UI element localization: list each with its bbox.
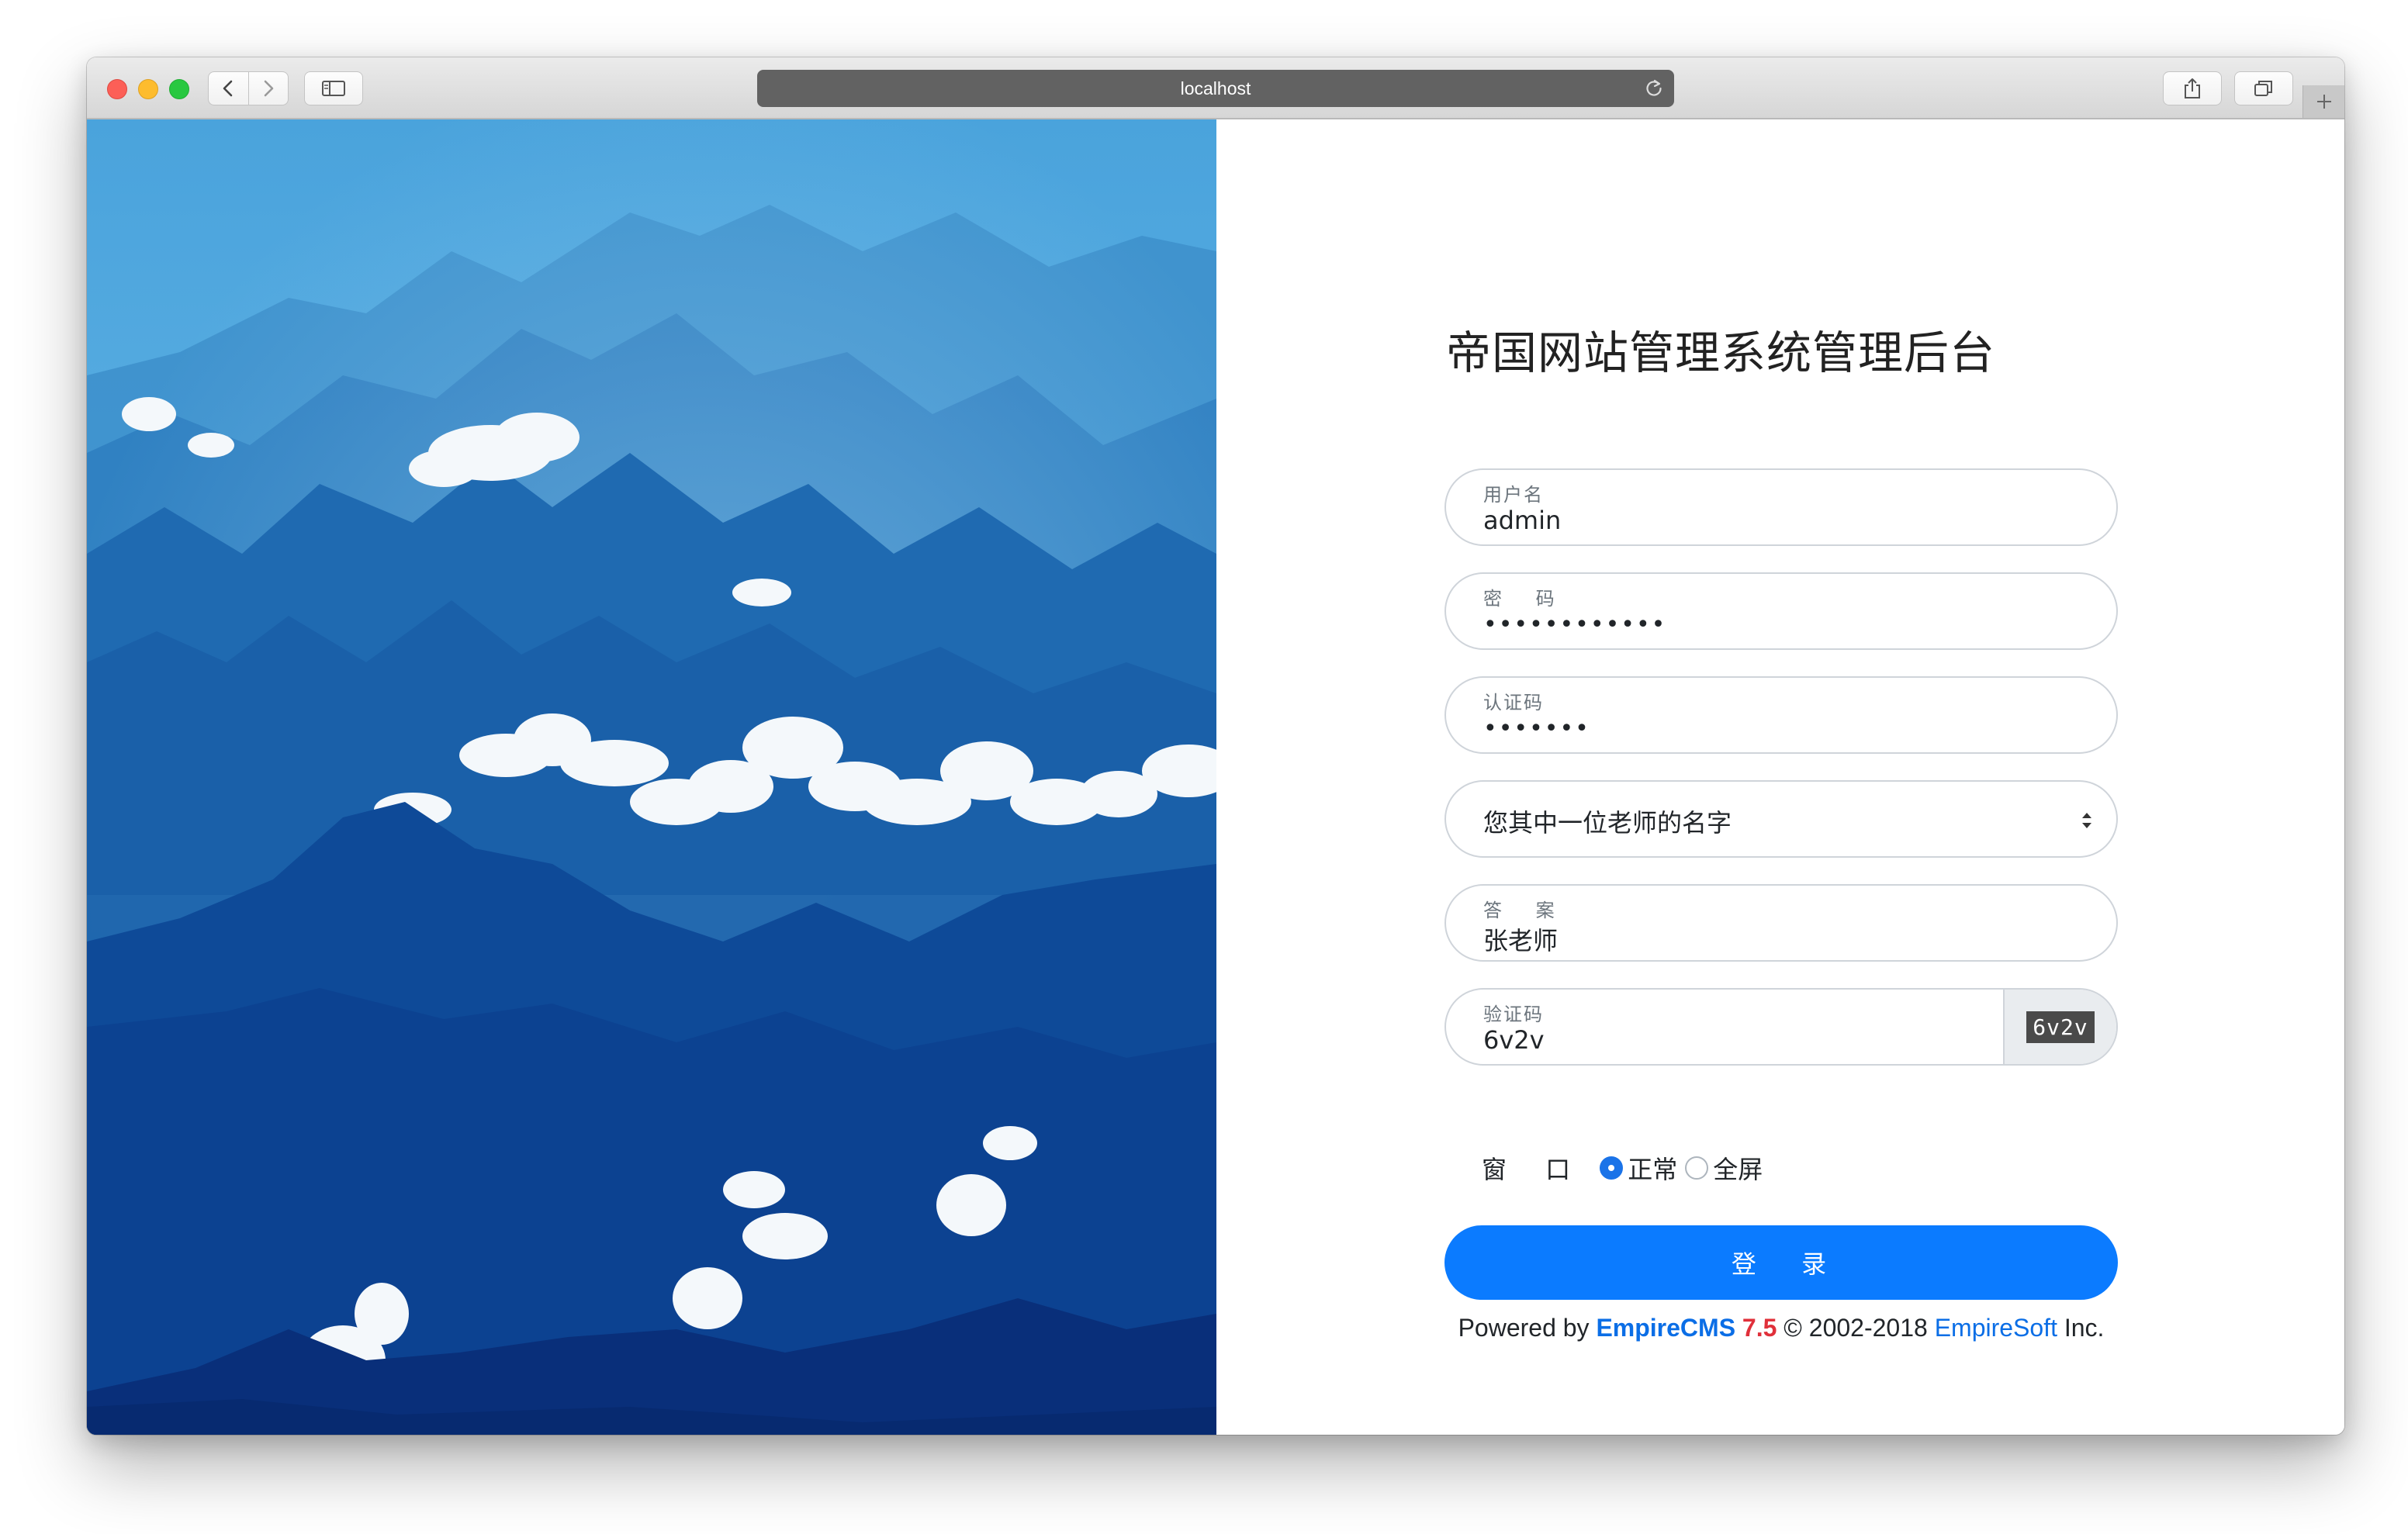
footer-version: 7.5 bbox=[1742, 1314, 1777, 1342]
footer-suffix: Inc. bbox=[2057, 1314, 2105, 1342]
address-bar[interactable]: localhost bbox=[757, 70, 1674, 107]
captcha-image-box[interactable]: 6v2v bbox=[2003, 990, 2116, 1064]
window-normal-radio[interactable] bbox=[1600, 1156, 1624, 1180]
reload-icon[interactable] bbox=[1643, 78, 1665, 99]
minimize-window-button[interactable] bbox=[138, 79, 158, 99]
answer-field[interactable]: 答 案 张老师 bbox=[1444, 884, 2118, 962]
mountain-landscape-image bbox=[87, 119, 1216, 1435]
password-masked-value: •••••••••••• bbox=[1483, 611, 1667, 638]
window-fullscreen-radio[interactable] bbox=[1685, 1156, 1709, 1180]
window-fullscreen-label[interactable]: 全屏 bbox=[1713, 1150, 1763, 1186]
security-question-value: 您其中一位老师的名字 bbox=[1483, 808, 1732, 838]
browser-toolbar: localhost bbox=[87, 57, 2344, 119]
footer-prefix: Powered by bbox=[1458, 1314, 1597, 1342]
back-button[interactable] bbox=[209, 72, 248, 105]
page-content: 帝国网站管理系统管理后台 用户名 admin 密 码 •••••••••••• … bbox=[87, 119, 2344, 1435]
verify-code-field[interactable]: 验证码 6v2v 6v2v bbox=[1444, 988, 2118, 1066]
login-panel: 帝国网站管理系统管理后台 用户名 admin 密 码 •••••••••••• … bbox=[1216, 119, 2344, 1435]
sidebar-icon bbox=[322, 81, 345, 96]
forward-icon bbox=[264, 80, 274, 97]
verify-code-label: 验证码 bbox=[1483, 1004, 1544, 1025]
tabs-icon bbox=[2254, 81, 2272, 96]
auth-code-label: 认证码 bbox=[1483, 692, 1544, 713]
footer-copyright: © 2002-2018 bbox=[1777, 1314, 1935, 1342]
address-text: localhost bbox=[1180, 78, 1251, 98]
nav-buttons bbox=[208, 71, 289, 105]
footer-brand-link[interactable]: EmpireCMS bbox=[1596, 1314, 1735, 1342]
password-label: 密 码 bbox=[1483, 588, 1569, 610]
username-label: 用户名 bbox=[1483, 484, 1544, 506]
back-icon bbox=[223, 80, 233, 97]
sidebar-button[interactable] bbox=[304, 71, 363, 105]
plus-icon bbox=[2317, 95, 2331, 109]
window-mode-row: 窗 口 正常 全屏 bbox=[1482, 1150, 1770, 1186]
username-value: admin bbox=[1483, 506, 1562, 535]
answer-value: 张老师 bbox=[1483, 926, 1559, 955]
new-tab-button[interactable] bbox=[2302, 85, 2344, 118]
footer-credit: Powered by EmpireCMS 7.5 © 2002-2018 Emp… bbox=[1444, 1314, 2118, 1342]
landscape-illustration bbox=[87, 119, 1216, 1435]
select-caret-icon bbox=[2082, 813, 2091, 828]
answer-label: 答 案 bbox=[1483, 900, 1569, 921]
tab-overview-button[interactable] bbox=[2234, 71, 2293, 105]
window-normal-label[interactable]: 正常 bbox=[1628, 1150, 1677, 1186]
verify-code-value: 6v2v bbox=[1483, 1025, 1545, 1055]
footer-company-link[interactable]: EmpireSoft bbox=[1935, 1314, 2057, 1342]
auth-code-masked-value: ••••••• bbox=[1483, 715, 1590, 742]
browser-window: localhost 帝国网站管理系统管理后台 用户名 admin 密 码 •••… bbox=[87, 57, 2344, 1435]
forward-button[interactable] bbox=[247, 72, 289, 105]
page-title: 帝国网站管理系统管理后台 bbox=[1446, 326, 1996, 379]
auth-code-field[interactable]: 认证码 ••••••• bbox=[1444, 676, 2118, 754]
captcha-image[interactable]: 6v2v bbox=[2026, 1011, 2095, 1043]
username-field[interactable]: 用户名 admin bbox=[1444, 468, 2118, 546]
security-question-select[interactable]: 您其中一位老师的名字 bbox=[1444, 780, 2118, 858]
share-button[interactable] bbox=[2163, 71, 2222, 105]
zoom-window-button[interactable] bbox=[169, 79, 189, 99]
password-field[interactable]: 密 码 •••••••••••• bbox=[1444, 572, 2118, 650]
window-mode-label: 窗 口 bbox=[1482, 1155, 1586, 1184]
close-window-button[interactable] bbox=[107, 79, 127, 99]
login-button[interactable]: 登 录 bbox=[1444, 1225, 2118, 1300]
share-icon bbox=[2185, 78, 2200, 98]
